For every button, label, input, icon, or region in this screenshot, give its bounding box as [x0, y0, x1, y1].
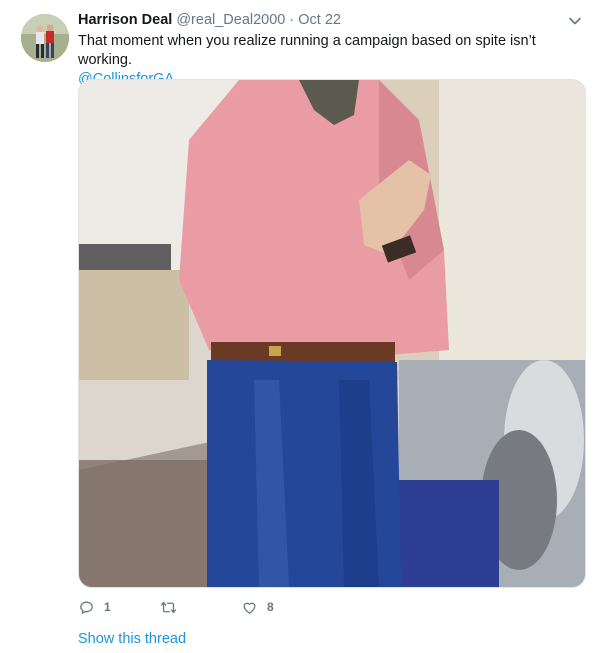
- reply-button[interactable]: 1: [78, 597, 111, 617]
- author-handle[interactable]: @real_Deal2000: [176, 12, 285, 28]
- reply-count: 1: [104, 600, 111, 614]
- tweet-body: That moment when you realize running a c…: [78, 33, 536, 68]
- tweet-date[interactable]: Oct 22: [298, 12, 341, 28]
- retweet-icon: [160, 601, 177, 613]
- like-count: 8: [267, 600, 274, 614]
- like-button[interactable]: 8: [241, 597, 274, 617]
- avatar[interactable]: [21, 14, 69, 62]
- tweet-actions: 1 8: [78, 597, 378, 617]
- reply-icon: [80, 601, 93, 614]
- photo: [79, 80, 585, 587]
- author-name[interactable]: Harrison Deal: [78, 12, 172, 28]
- show-thread-link[interactable]: Show this thread: [78, 631, 186, 647]
- heart-icon: [243, 602, 256, 614]
- chevron-down-icon[interactable]: [568, 14, 582, 28]
- retweet-button[interactable]: [160, 597, 186, 617]
- tweet-header: Harrison Deal @real_Deal2000 · Oct 22: [78, 11, 341, 29]
- separator: ·: [289, 12, 295, 28]
- tweet[interactable]: Harrison Deal @real_Deal2000 · Oct 22 Th…: [0, 0, 599, 653]
- tweet-media[interactable]: [78, 79, 586, 588]
- avatar-photo: [21, 14, 69, 62]
